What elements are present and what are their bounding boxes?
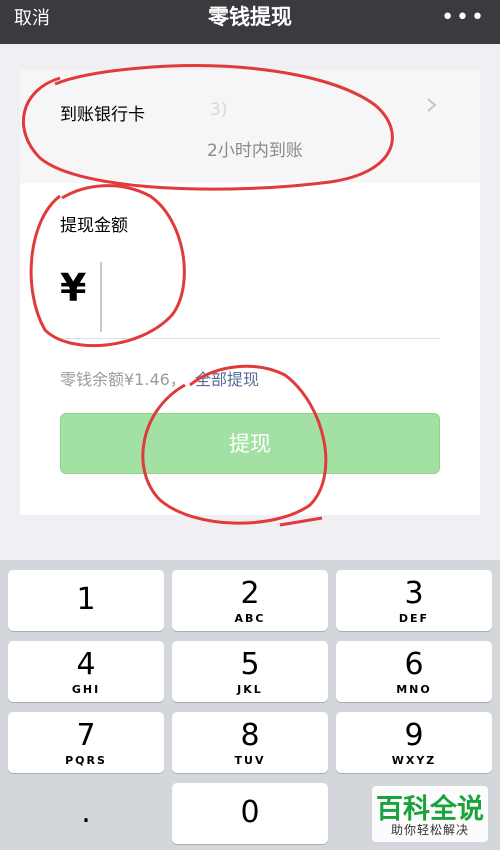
chevron-right-icon — [427, 98, 437, 112]
key-0[interactable]: 0 — [172, 783, 328, 844]
divider — [60, 338, 440, 339]
key-6[interactable]: 6 MNO — [336, 641, 492, 702]
balance-text: 零钱余额¥1.46， — [60, 370, 186, 389]
key-decimal[interactable]: . — [8, 783, 164, 844]
key-letters: GHI — [71, 683, 101, 696]
amount-label: 提现金额 — [60, 216, 128, 236]
watermark-logo: 百科全说 助你轻松解决 — [372, 786, 488, 842]
key-1[interactable]: 1 — [8, 570, 164, 631]
more-icon[interactable]: ••• — [441, 0, 486, 44]
withdraw-button[interactable]: 提现 — [60, 413, 440, 474]
key-letters: MNO — [396, 683, 432, 696]
key-digit: 0 — [240, 795, 260, 830]
key-digit: 3 — [404, 576, 424, 611]
bank-card-selector[interactable]: 到账银行卡 3) 2小时内到账 — [20, 70, 480, 183]
key-9[interactable]: 9 WXYZ — [336, 712, 492, 773]
currency-symbol: ¥ — [60, 266, 87, 310]
key-4[interactable]: 4 GHI — [8, 641, 164, 702]
key-letters: TUV — [234, 754, 266, 767]
page-title: 零钱提现 — [208, 5, 292, 29]
bank-card-name: 3) — [210, 100, 228, 120]
key-letters: WXYZ — [391, 754, 437, 767]
key-digit: 6 — [404, 647, 424, 682]
key-5[interactable]: 5 JKL — [172, 641, 328, 702]
key-digit: 5 — [240, 647, 260, 682]
watermark-sub-text: 助你轻松解决 — [390, 823, 469, 837]
key-digit: 1 — [76, 582, 96, 617]
amount-input[interactable] — [100, 259, 430, 331]
key-digit: 9 — [404, 718, 424, 753]
key-letters: PQRS — [65, 754, 107, 767]
key-letters: ABC — [234, 612, 266, 625]
key-3[interactable]: 3 DEF — [336, 570, 492, 631]
key-8[interactable]: 8 TUV — [172, 712, 328, 773]
key-letters: DEF — [398, 612, 430, 625]
nav-bar: 取消 零钱提现 ••• — [0, 0, 500, 44]
bank-card-label: 到账银行卡 — [60, 105, 145, 125]
key-digit: 8 — [240, 718, 260, 753]
withdraw-card: 到账银行卡 3) 2小时内到账 提现金额 ¥ 零钱余额¥1.46， 全部提现 提… — [20, 70, 480, 515]
cancel-button[interactable]: 取消 — [14, 0, 50, 44]
withdraw-all-link[interactable]: 全部提现 — [195, 366, 259, 390]
key-digit: 2 — [240, 576, 260, 611]
key-digit: 4 — [76, 647, 96, 682]
key-letters: JKL — [237, 683, 263, 696]
key-2[interactable]: 2 ABC — [172, 570, 328, 631]
key-digit: 7 — [76, 718, 96, 753]
arrival-time: 2小时内到账 — [207, 141, 303, 161]
key-7[interactable]: 7 PQRS — [8, 712, 164, 773]
key-digit: . — [81, 795, 91, 830]
